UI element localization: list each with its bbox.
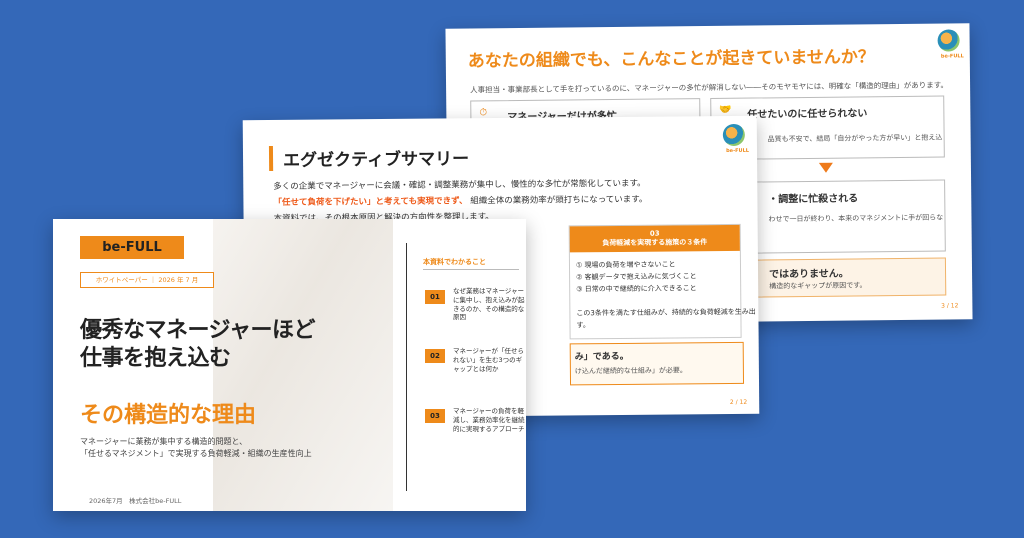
whitepaper-tag: ホワイトペーパー ｜ 2026 年 7 月 [80, 272, 214, 288]
slide3-title: あなたの組織でも、こんなことが起きていませんか？ [467, 47, 875, 72]
point-text: マネージャーの負荷を軽減し、業務効率化を継続的に実現するアプローチ [453, 407, 525, 433]
section-label: 本資料でわかること [423, 258, 486, 266]
slide2-logo-text: be-FULL [726, 147, 750, 155]
summary-line-2: 「任せて負荷を下げたい」と考えても実現できず、 組織全体の業務効率が頭打ちになっ… [273, 193, 647, 208]
summary-line-1: 多くの企業でマネージャーに会議・確認・調整業務が集中し、慢性的な多忙が常態化して… [273, 178, 646, 192]
clock-icon: ⏱ [479, 107, 488, 119]
conditions-column-header: 03 負荷軽減を実現する施策の３条件 [569, 224, 740, 253]
cover-footer: 2026年7月 株式会社be-FULL [89, 497, 182, 505]
conclusion-title: み」である。 [574, 351, 629, 363]
point-text: なぜ業務はマネージャーに集中し、抱え込みが起きるのか、その構造的な原因 [453, 287, 525, 322]
arrow-down-icon [818, 162, 833, 173]
slide-cover: be-FULL ホワイトペーパー ｜ 2026 年 7 月 優秀なマネージャーほ… [53, 219, 526, 511]
conditions-note: この3条件を満たす仕組みが、持続的な負荷軽減を生み出 [576, 307, 756, 318]
background-photo [213, 219, 393, 511]
condition-item: ② 客観データで抱え込みに気づくこと [576, 272, 697, 282]
point-number: 03 [425, 409, 445, 423]
slide3-page-number: 3 / 12 [941, 302, 959, 310]
point-text: マネージャーが「任せられない」を生む3つのギャップとは何か [453, 347, 525, 373]
cover-title-accent: その構造的な理由 [80, 403, 257, 428]
condition-item: ① 現場の負荷を増やさないこと [575, 260, 676, 270]
summary-line-2-rest: 組織全体の業務効率が頭打ちになっています。 [470, 194, 648, 207]
conclusion-box: み」である。 け込んだ継続的な仕組み」が必要。 [569, 341, 745, 386]
conclusion-box-text: 構造的なギャップが原因です。 [769, 281, 867, 291]
be-full-logo-icon [722, 123, 745, 147]
brand-label: be-FULL [80, 236, 184, 259]
slide2-page-number: 2 / 12 [729, 398, 748, 407]
issue-box-coordination-text: わせで一日が終わり、本来のマネジメントに手が回らな [768, 213, 944, 224]
point-number: 02 [425, 349, 445, 363]
cover-title-line-2: 仕事を抱え込む [80, 346, 231, 371]
cover-desc-line-2: 「任せるマネジメント」で実現する負荷軽減・組織の生産性向上 [80, 449, 312, 458]
conditions-column-title: 負荷軽減を実現する施策の３条件 [602, 238, 708, 248]
vertical-divider [406, 243, 407, 491]
condition-item: ③ 日常の中で継続的に介入できること [576, 284, 697, 294]
conditions-note-2: す。 [576, 321, 590, 330]
conclusion-box-title: ではありません。 [769, 268, 849, 281]
issue-box-delegate-title: 任せたいのに任せられない [747, 108, 868, 121]
slide3-logo-text: be-FULL [940, 53, 964, 60]
slide3-subtitle: 人事担当・事業部長として手を打っているのに、マネージャーの多忙が解消しない――そ… [470, 80, 949, 95]
summary-highlight: 「任せて負荷を下げたい」と考えても実現できず、 [273, 196, 468, 208]
issue-box-delegate-text: 品質も不安で、結局「自分がやった方が早い」と抱え込 [767, 133, 943, 144]
conclusion-text: け込んだ継続的な仕組み」が必要。 [574, 366, 687, 376]
handshake-icon: 🤝 [719, 104, 732, 116]
slide2-title: エグゼクティブサマリー [268, 144, 470, 172]
conditions-column: 03 負荷軽減を実現する施策の３条件 ① 現場の負荷を増やさないこと ② 客観デ… [568, 223, 756, 340]
be-full-logo-icon [937, 29, 960, 52]
issue-box-coordination-title: ・調整に忙殺される [768, 193, 859, 206]
point-number: 01 [425, 290, 445, 304]
section-underline [423, 269, 519, 270]
cover-desc-line-1: マネージャーに業務が集中する構造的問題と、 [80, 437, 248, 446]
